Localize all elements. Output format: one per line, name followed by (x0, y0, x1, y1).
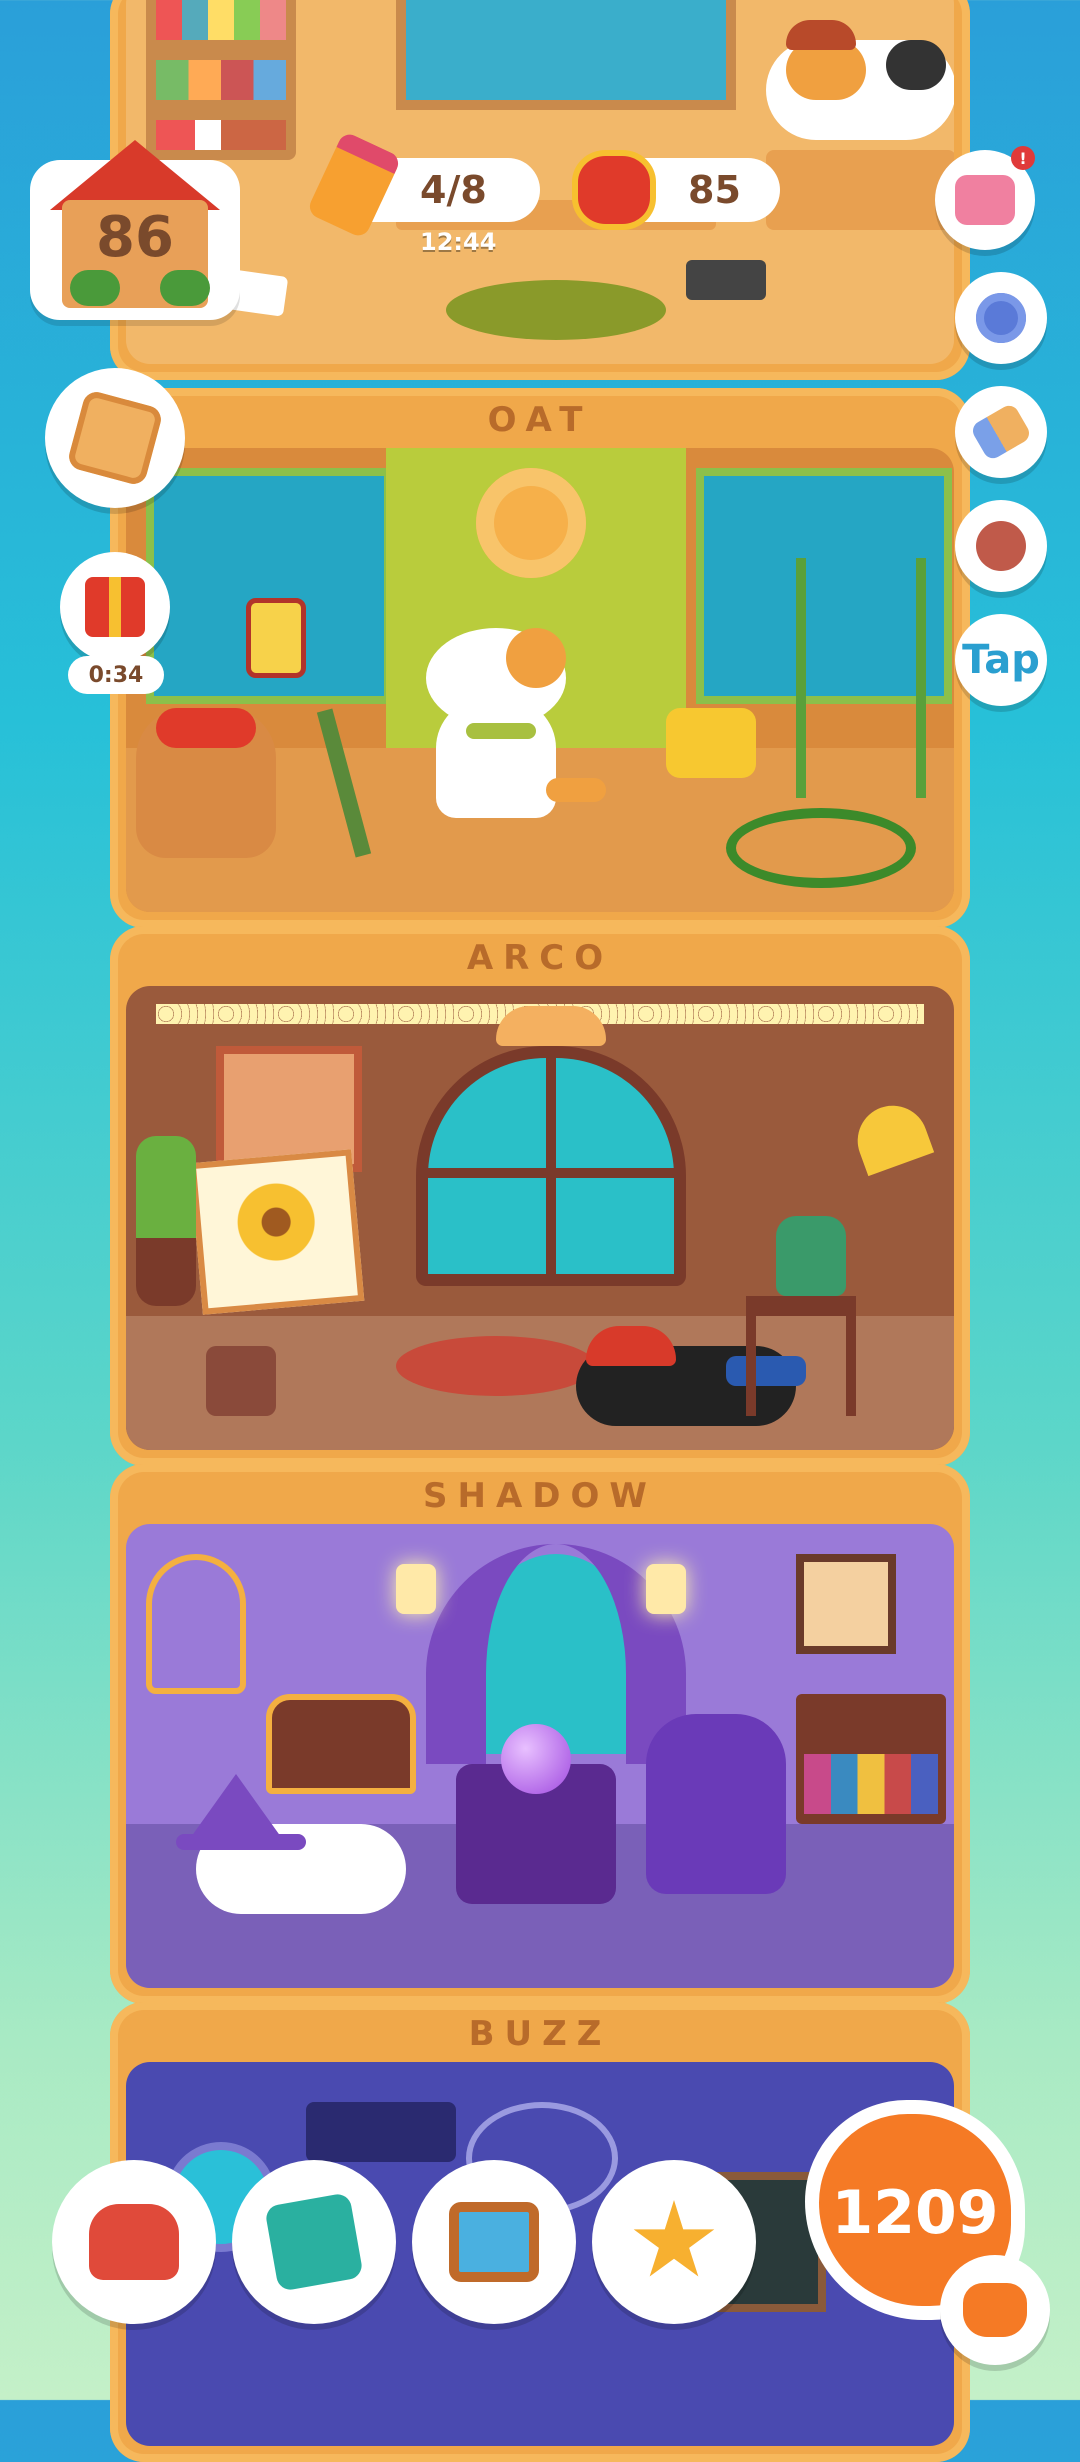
gear-icon (976, 293, 1026, 343)
decorate-button[interactable] (955, 386, 1047, 478)
stamp-button[interactable] (955, 500, 1047, 592)
paint-box (686, 260, 766, 300)
gift-timer-pill: 0:34 (68, 656, 164, 694)
room-name-buzz: BUZZ (468, 2014, 612, 2054)
rug (446, 280, 666, 340)
birdcage (146, 1554, 246, 1694)
paint-bucket (206, 1346, 276, 1416)
arched-window (416, 1046, 686, 1286)
home-level-value: 86 (96, 205, 174, 270)
ceiling-lamp (496, 1006, 606, 1046)
cat-head-icon (963, 2283, 1027, 2337)
tap-label: Tap (962, 637, 1040, 683)
shop-button[interactable]: ! (935, 146, 1035, 250)
oat-cat[interactable] (426, 628, 606, 818)
cabinet (766, 150, 954, 230)
room-name-shadow: SHADOW (423, 1476, 657, 1516)
room-name-arco: ARCO (466, 938, 614, 978)
tower: OAT ARCO SHADOW BUZZ (110, 0, 970, 2462)
room-name-oat: OAT (487, 400, 593, 440)
floor-oat: OAT (110, 388, 970, 928)
calico-cat-sleeping[interactable] (766, 20, 954, 140)
pencil-count: 4/8 (420, 168, 487, 212)
garden-hose (726, 808, 916, 888)
straw-hat (476, 468, 586, 578)
shadow-bookshelf (796, 1694, 946, 1824)
paint-brush-icon (969, 402, 1033, 462)
cat-food-can-icon (572, 150, 656, 230)
room-oat[interactable] (126, 448, 954, 912)
gift-box-icon (85, 577, 145, 637)
food-count: 85 (688, 168, 741, 212)
floor-lamp (847, 1095, 935, 1177)
tap-button[interactable]: Tap (955, 614, 1047, 706)
settings-button[interactable] (955, 272, 1047, 364)
red-rug (396, 1336, 596, 1396)
snake-plant (136, 1136, 196, 1306)
constellation-poster (306, 2102, 456, 2162)
apple-sack (136, 708, 276, 858)
paw-book-icon (264, 2192, 364, 2292)
plant-ladder (796, 558, 926, 798)
floor-shadow: SHADOW (110, 1464, 970, 2004)
waffle-button[interactable] (45, 368, 185, 508)
shadow-wizard-cat[interactable] (176, 1774, 416, 1924)
gift-button[interactable] (60, 552, 170, 662)
achievements-button[interactable] (592, 2160, 756, 2324)
coins-value: 1209 (831, 2178, 999, 2248)
room-arco[interactable] (126, 986, 954, 1450)
crystal-ball (501, 1724, 571, 1794)
study-window (396, 0, 736, 110)
gift-timer: 0:34 (88, 662, 144, 688)
study-room[interactable] (126, 0, 954, 364)
room-shadow[interactable] (126, 1524, 954, 1988)
waffle-icon (66, 389, 164, 487)
star-lamp-icon (633, 2200, 715, 2277)
stool (746, 1296, 856, 1416)
cat-coins-button[interactable] (940, 2255, 1050, 2365)
gift-bow-icon (955, 175, 1015, 225)
home-level-badge[interactable]: 86 (30, 140, 240, 320)
candle-left (396, 1564, 436, 1614)
clock-text: 12:44 (420, 228, 497, 256)
furniture-button[interactable] (52, 2160, 216, 2324)
photo-album-button[interactable] (412, 2160, 576, 2324)
photo-frame-icon (449, 2202, 539, 2282)
candle-right (646, 1564, 686, 1614)
purple-armchair (646, 1714, 786, 1894)
stamp-icon (976, 521, 1026, 571)
cat-portrait (796, 1554, 896, 1654)
cat-book-button[interactable] (232, 2160, 396, 2324)
lantern (246, 598, 306, 678)
watering-can (666, 708, 756, 778)
floor-arco: ARCO (110, 926, 970, 1466)
notification-badge: ! (1011, 146, 1035, 170)
green-cat-statue (776, 1216, 846, 1296)
sunflower-painting (189, 1149, 365, 1315)
bookshelf (146, 0, 296, 160)
armchair-icon (89, 2204, 179, 2280)
